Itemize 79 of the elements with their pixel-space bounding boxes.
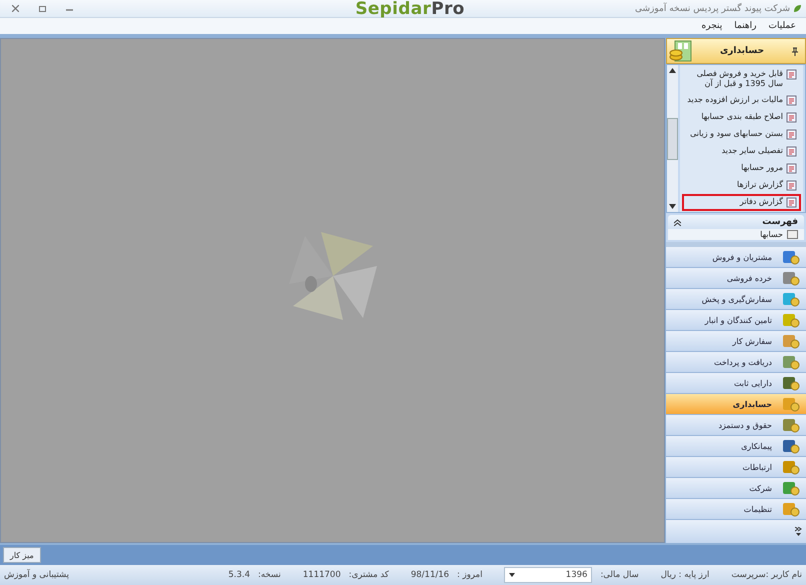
document-icon [786, 146, 797, 157]
fiscal-year-label: سال مالی: [600, 570, 639, 580]
document-icon [786, 197, 797, 208]
module-icon [782, 480, 800, 496]
version-number: 5.3.4 [228, 570, 250, 580]
module-icon [782, 459, 800, 475]
module-icon [782, 312, 800, 328]
module-icon [782, 396, 800, 412]
section-title: فهرست [762, 217, 798, 227]
module-icon [782, 375, 800, 391]
nav-button[interactable]: حقوق و دستمزد [666, 415, 806, 436]
task-item[interactable]: بستن حسابهای سود و زیانی [682, 126, 801, 143]
today-label: امروز : [457, 570, 482, 580]
nav-button[interactable]: حسابداری [666, 394, 806, 415]
module-icon [782, 417, 800, 433]
task-item[interactable]: تفصیلی سایر جدید [682, 143, 801, 160]
today-date: 98/11/16 [410, 570, 450, 580]
list-item[interactable]: حسابها [668, 229, 804, 240]
menu-item[interactable]: پنجره [702, 21, 722, 31]
nav-button[interactable]: دارایی ثابت [666, 373, 806, 394]
document-icon [786, 129, 797, 140]
close-button[interactable] [10, 3, 21, 14]
user-label: نام کاربر :سرپرست [731, 570, 802, 580]
desktop-tab[interactable]: میز کار [3, 547, 41, 563]
task-item[interactable]: گزارش ترازها [682, 177, 801, 194]
task-item[interactable]: مرور حسابها [682, 160, 801, 177]
nav-button[interactable]: شرکت [666, 478, 806, 499]
nav-button[interactable]: ارتباطات [666, 457, 806, 478]
restore-button[interactable] [37, 3, 48, 14]
document-icon [786, 180, 797, 191]
menu-item[interactable]: عملیات [768, 21, 796, 31]
nav-button[interactable]: خرده فروشی [666, 268, 806, 289]
module-icon [782, 291, 800, 307]
panel-title: حسابداری [718, 46, 766, 56]
document-icon [786, 95, 797, 106]
section-header[interactable]: فهرست [668, 215, 804, 229]
splitter-handle[interactable] [666, 242, 806, 247]
leaf-icon [792, 4, 802, 13]
menu-item[interactable]: راهنما [734, 21, 757, 31]
nav-button[interactable]: تنظیمات [666, 499, 806, 520]
document-icon [786, 163, 797, 174]
scrollbar[interactable] [667, 65, 678, 212]
nav-button[interactable]: تامین کنندگان و انبار [666, 310, 806, 331]
document-icon [786, 112, 797, 123]
customer-code: 1111700 [302, 570, 341, 580]
collapse-icon[interactable] [674, 218, 681, 226]
currency-label: ارز پایه : ریال [660, 570, 710, 580]
nav-button[interactable]: سفارش کار [666, 331, 806, 352]
nav-button[interactable]: سفارش‌گیری و پخش [666, 289, 806, 310]
chevron-icon[interactable] [795, 527, 802, 536]
dropdown-caret-icon [509, 573, 516, 577]
task-item[interactable]: گزارش دفاتر [682, 194, 801, 211]
scroll-down-icon[interactable] [669, 204, 676, 209]
table-icon [787, 230, 798, 239]
nav-button[interactable]: مشتریان و فروش [666, 247, 806, 268]
ledger-coins-icon [669, 40, 693, 62]
customer-code-label: کد مشتری: [348, 570, 389, 580]
module-icon [782, 438, 800, 454]
fiscal-year-dropdown[interactable]: 1396 [504, 567, 592, 583]
support-link[interactable]: پشتیبانی و آموزش [4, 570, 69, 580]
nav-button[interactable]: دریافت و پرداخت [666, 352, 806, 373]
restore-icon [39, 5, 46, 12]
scrollbar-thumb[interactable] [667, 118, 678, 160]
task-item[interactable]: مالیات بر ارزش افزوده جدید [682, 92, 801, 109]
app-logo: SepidarPro [355, 0, 465, 18]
module-icon [782, 333, 800, 349]
pin-icon[interactable] [791, 46, 799, 56]
module-icon [782, 501, 800, 517]
module-icon [782, 270, 800, 286]
task-item[interactable]: اصلاح طبقه بندی حسابها [682, 109, 801, 126]
scroll-up-icon[interactable] [669, 68, 676, 73]
document-icon [786, 69, 797, 80]
module-icon [782, 249, 800, 265]
close-icon [12, 5, 19, 12]
task-item[interactable]: قابل خرید و فروش فصلی سال 1395 و قبل از آن [682, 66, 801, 92]
nav-button[interactable]: پیمانکاری [666, 436, 806, 457]
version-label: نسخه: [258, 570, 281, 580]
module-icon [782, 354, 800, 370]
window-title: شرکت پیوند گستر پردیس نسخه آموزشی [634, 4, 790, 14]
